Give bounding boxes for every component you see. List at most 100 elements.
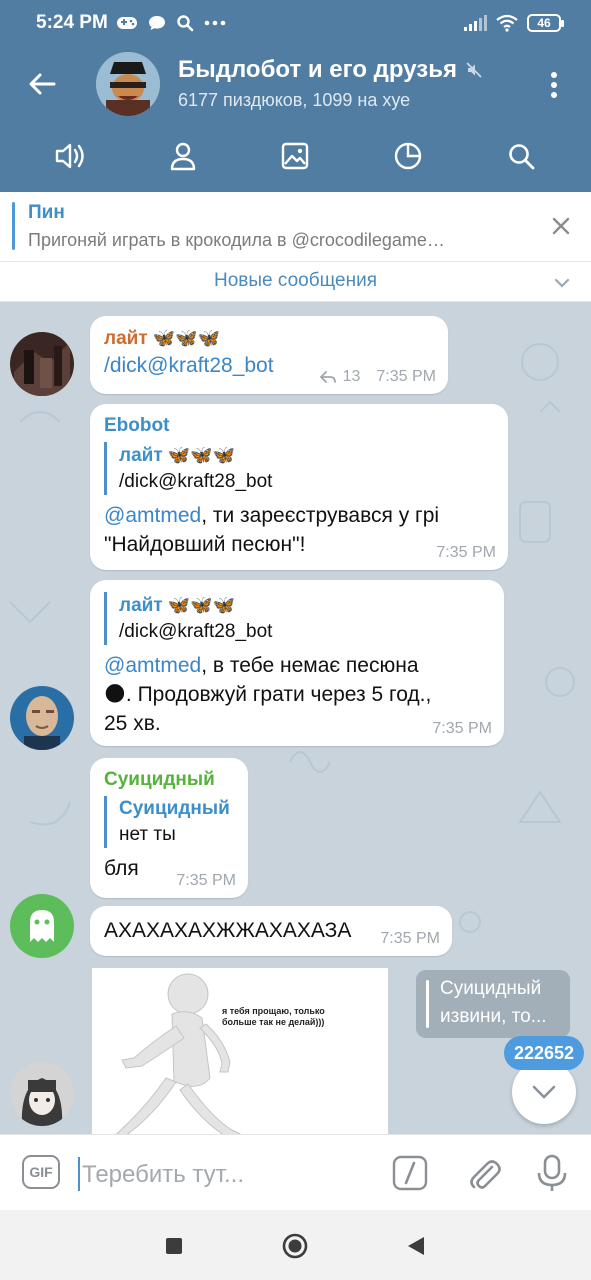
paperclip-icon[interactable] bbox=[466, 1153, 502, 1193]
reply-author: лайт 🦋🦋🦋 bbox=[119, 442, 494, 469]
message-time: 7:35 PM bbox=[436, 544, 496, 561]
clock-icon bbox=[394, 142, 422, 170]
menu-button[interactable] bbox=[539, 68, 569, 102]
message-bubble[interactable]: Ebobot лайт 🦋🦋🦋 /dick@kraft28_bot @amtme… bbox=[90, 404, 508, 570]
chat-title-wrap[interactable]: Быдлобот и его друзья bbox=[178, 56, 483, 84]
more-dots-icon bbox=[204, 20, 226, 26]
reply-author: Суицидный bbox=[119, 798, 230, 819]
message-meta: 7:35 PM bbox=[176, 872, 236, 890]
battery-icon: 46 bbox=[527, 14, 564, 32]
chevron-down-icon bbox=[554, 278, 570, 288]
message-time: 7:35 PM bbox=[176, 872, 236, 889]
person-icon bbox=[170, 142, 196, 171]
close-icon bbox=[552, 217, 570, 235]
image-caption: я тебя прощаю, только больше так не дела… bbox=[222, 1006, 325, 1027]
chat-header: Быдлобот и его друзья 6177 пиздюков, 109… bbox=[0, 48, 591, 120]
sender-name: лайт 🦋🦋🦋 bbox=[104, 328, 221, 349]
message-bubble[interactable]: лайт 🦋🦋🦋 /dick@kraft28_bot 13 7:35 PM bbox=[90, 316, 448, 394]
members-button[interactable] bbox=[153, 126, 213, 186]
sender-avatar-lite[interactable] bbox=[10, 332, 74, 396]
mention-link[interactable]: @amtmed bbox=[104, 654, 201, 677]
pinned-message[interactable]: Пин Пригоняй играть в крокодила в @croco… bbox=[0, 192, 591, 262]
chat-avatar[interactable] bbox=[96, 52, 160, 116]
chevron-down-icon bbox=[532, 1085, 556, 1099]
gamepad-icon bbox=[117, 17, 137, 29]
back-triangle-icon[interactable] bbox=[402, 1232, 430, 1260]
wifi-icon bbox=[496, 14, 518, 32]
message-bubble[interactable]: Суицидный Суицидный нет ты бля 7:35 PM bbox=[90, 758, 248, 898]
sender-name: Суицидный bbox=[104, 769, 215, 790]
unread-count-badge[interactable]: 222652 bbox=[504, 1036, 585, 1070]
reply-quote[interactable]: Суицидный нет ты bbox=[104, 796, 234, 848]
message-input[interactable]: Теребить тут... bbox=[82, 1161, 244, 1189]
sender-avatar-suicidal[interactable] bbox=[10, 894, 74, 958]
search-icon bbox=[508, 144, 535, 170]
message-time: 7:35 PM bbox=[432, 720, 492, 737]
status-right-icons: 46 bbox=[463, 14, 564, 32]
pinned-close-button[interactable] bbox=[549, 214, 573, 238]
sender-name: Ebobot bbox=[104, 415, 170, 436]
history-button[interactable] bbox=[378, 126, 438, 186]
reply-text: нет ты bbox=[119, 824, 176, 845]
ghost-icon bbox=[30, 910, 54, 942]
pinned-text: Пригоняй играть в крокодила в @crocodile… bbox=[28, 230, 445, 250]
sender-avatar-girl[interactable] bbox=[10, 1062, 74, 1126]
pinned-bar bbox=[12, 202, 15, 250]
bot-commands-button[interactable] bbox=[392, 1155, 428, 1191]
image-icon bbox=[282, 142, 309, 170]
butterfly-emoji: 🦋🦋🦋 bbox=[152, 328, 221, 348]
status-bar: 5:24 PM 46 bbox=[0, 0, 591, 48]
search-button[interactable] bbox=[491, 126, 551, 186]
reply-author: лайт 🦋🦋🦋 bbox=[119, 592, 490, 619]
message-input-bar: GIF Теребить тут... bbox=[0, 1134, 591, 1210]
new-messages-bar[interactable]: Новые сообщения bbox=[0, 262, 591, 302]
microphone-icon[interactable] bbox=[534, 1153, 570, 1193]
chat-bubble-icon bbox=[149, 16, 165, 30]
recents-square-icon[interactable] bbox=[160, 1232, 188, 1260]
chat-title: Быдлобот и его друзья bbox=[178, 56, 457, 83]
message-time: 7:35 PM bbox=[380, 930, 440, 947]
walking-figure-image bbox=[92, 968, 388, 1134]
reply-count: 13 bbox=[342, 368, 361, 385]
home-circle-icon[interactable] bbox=[281, 1232, 309, 1260]
message-bubble[interactable]: лайт 🦋🦋🦋 /dick@kraft28_bot @amtmed, в те… bbox=[90, 580, 504, 746]
reply-quote[interactable]: лайт 🦋🦋🦋 /dick@kraft28_bot bbox=[104, 592, 490, 645]
pinned-title: Пин bbox=[28, 202, 65, 223]
reply-quote[interactable]: лайт 🦋🦋🦋 /dick@kraft28_bot bbox=[104, 442, 494, 495]
message-meta: 7:35 PM bbox=[436, 544, 496, 562]
voice-chat-button[interactable] bbox=[40, 126, 100, 186]
text-cursor bbox=[78, 1157, 80, 1191]
image-message[interactable]: я тебя прощаю, только больше так не дела… bbox=[92, 968, 388, 1134]
reply-preview-name: Суицидный bbox=[440, 978, 542, 999]
chat-area[interactable]: лайт 🦋🦋🦋 /dick@kraft28_bot 13 7:35 PM Eb… bbox=[0, 302, 591, 1134]
media-button[interactable] bbox=[265, 126, 325, 186]
arrow-left-icon bbox=[29, 73, 56, 95]
reply-text: /dick@kraft28_bot bbox=[119, 471, 273, 492]
gif-button[interactable]: GIF bbox=[22, 1155, 60, 1189]
message-meta: 7:35 PM bbox=[380, 930, 440, 948]
sender-avatar-ebobot[interactable] bbox=[10, 686, 74, 750]
message-meta: 13 7:35 PM bbox=[319, 368, 436, 386]
mention-link[interactable]: @amtmed bbox=[104, 504, 201, 527]
chat-subtitle: 6177 пиздюков, 1099 на хуе bbox=[178, 90, 411, 110]
back-button[interactable] bbox=[22, 64, 62, 104]
reply-text: /dick@kraft28_bot bbox=[119, 621, 273, 642]
status-left-icons bbox=[116, 14, 226, 32]
android-nav-bar bbox=[0, 1210, 591, 1280]
speaker-icon bbox=[56, 143, 84, 169]
moon-emoji: 🌑 bbox=[104, 683, 126, 706]
chat-toolbar bbox=[0, 120, 591, 192]
reply-preview-bubble[interactable]: Суицидный извини, то... bbox=[416, 970, 570, 1038]
reply-preview-text: извини, то... bbox=[440, 1006, 547, 1027]
butterfly-emoji: 🦋🦋🦋 bbox=[167, 445, 236, 465]
kebab-menu-icon bbox=[551, 72, 557, 98]
butterfly-emoji: 🦋🦋🦋 bbox=[167, 595, 236, 615]
status-time: 5:24 PM bbox=[36, 12, 108, 33]
message-bubble[interactable]: АХАХАХАХЖЖАХАХАЗА 7:35 PM bbox=[90, 906, 452, 956]
signal-icon bbox=[464, 15, 487, 31]
reply-preview-bar bbox=[426, 980, 429, 1028]
message-meta: 7:35 PM bbox=[432, 720, 492, 738]
search-small-icon bbox=[177, 15, 194, 32]
new-messages-label: Новые сообщения bbox=[214, 270, 377, 291]
muted-icon bbox=[466, 62, 482, 78]
